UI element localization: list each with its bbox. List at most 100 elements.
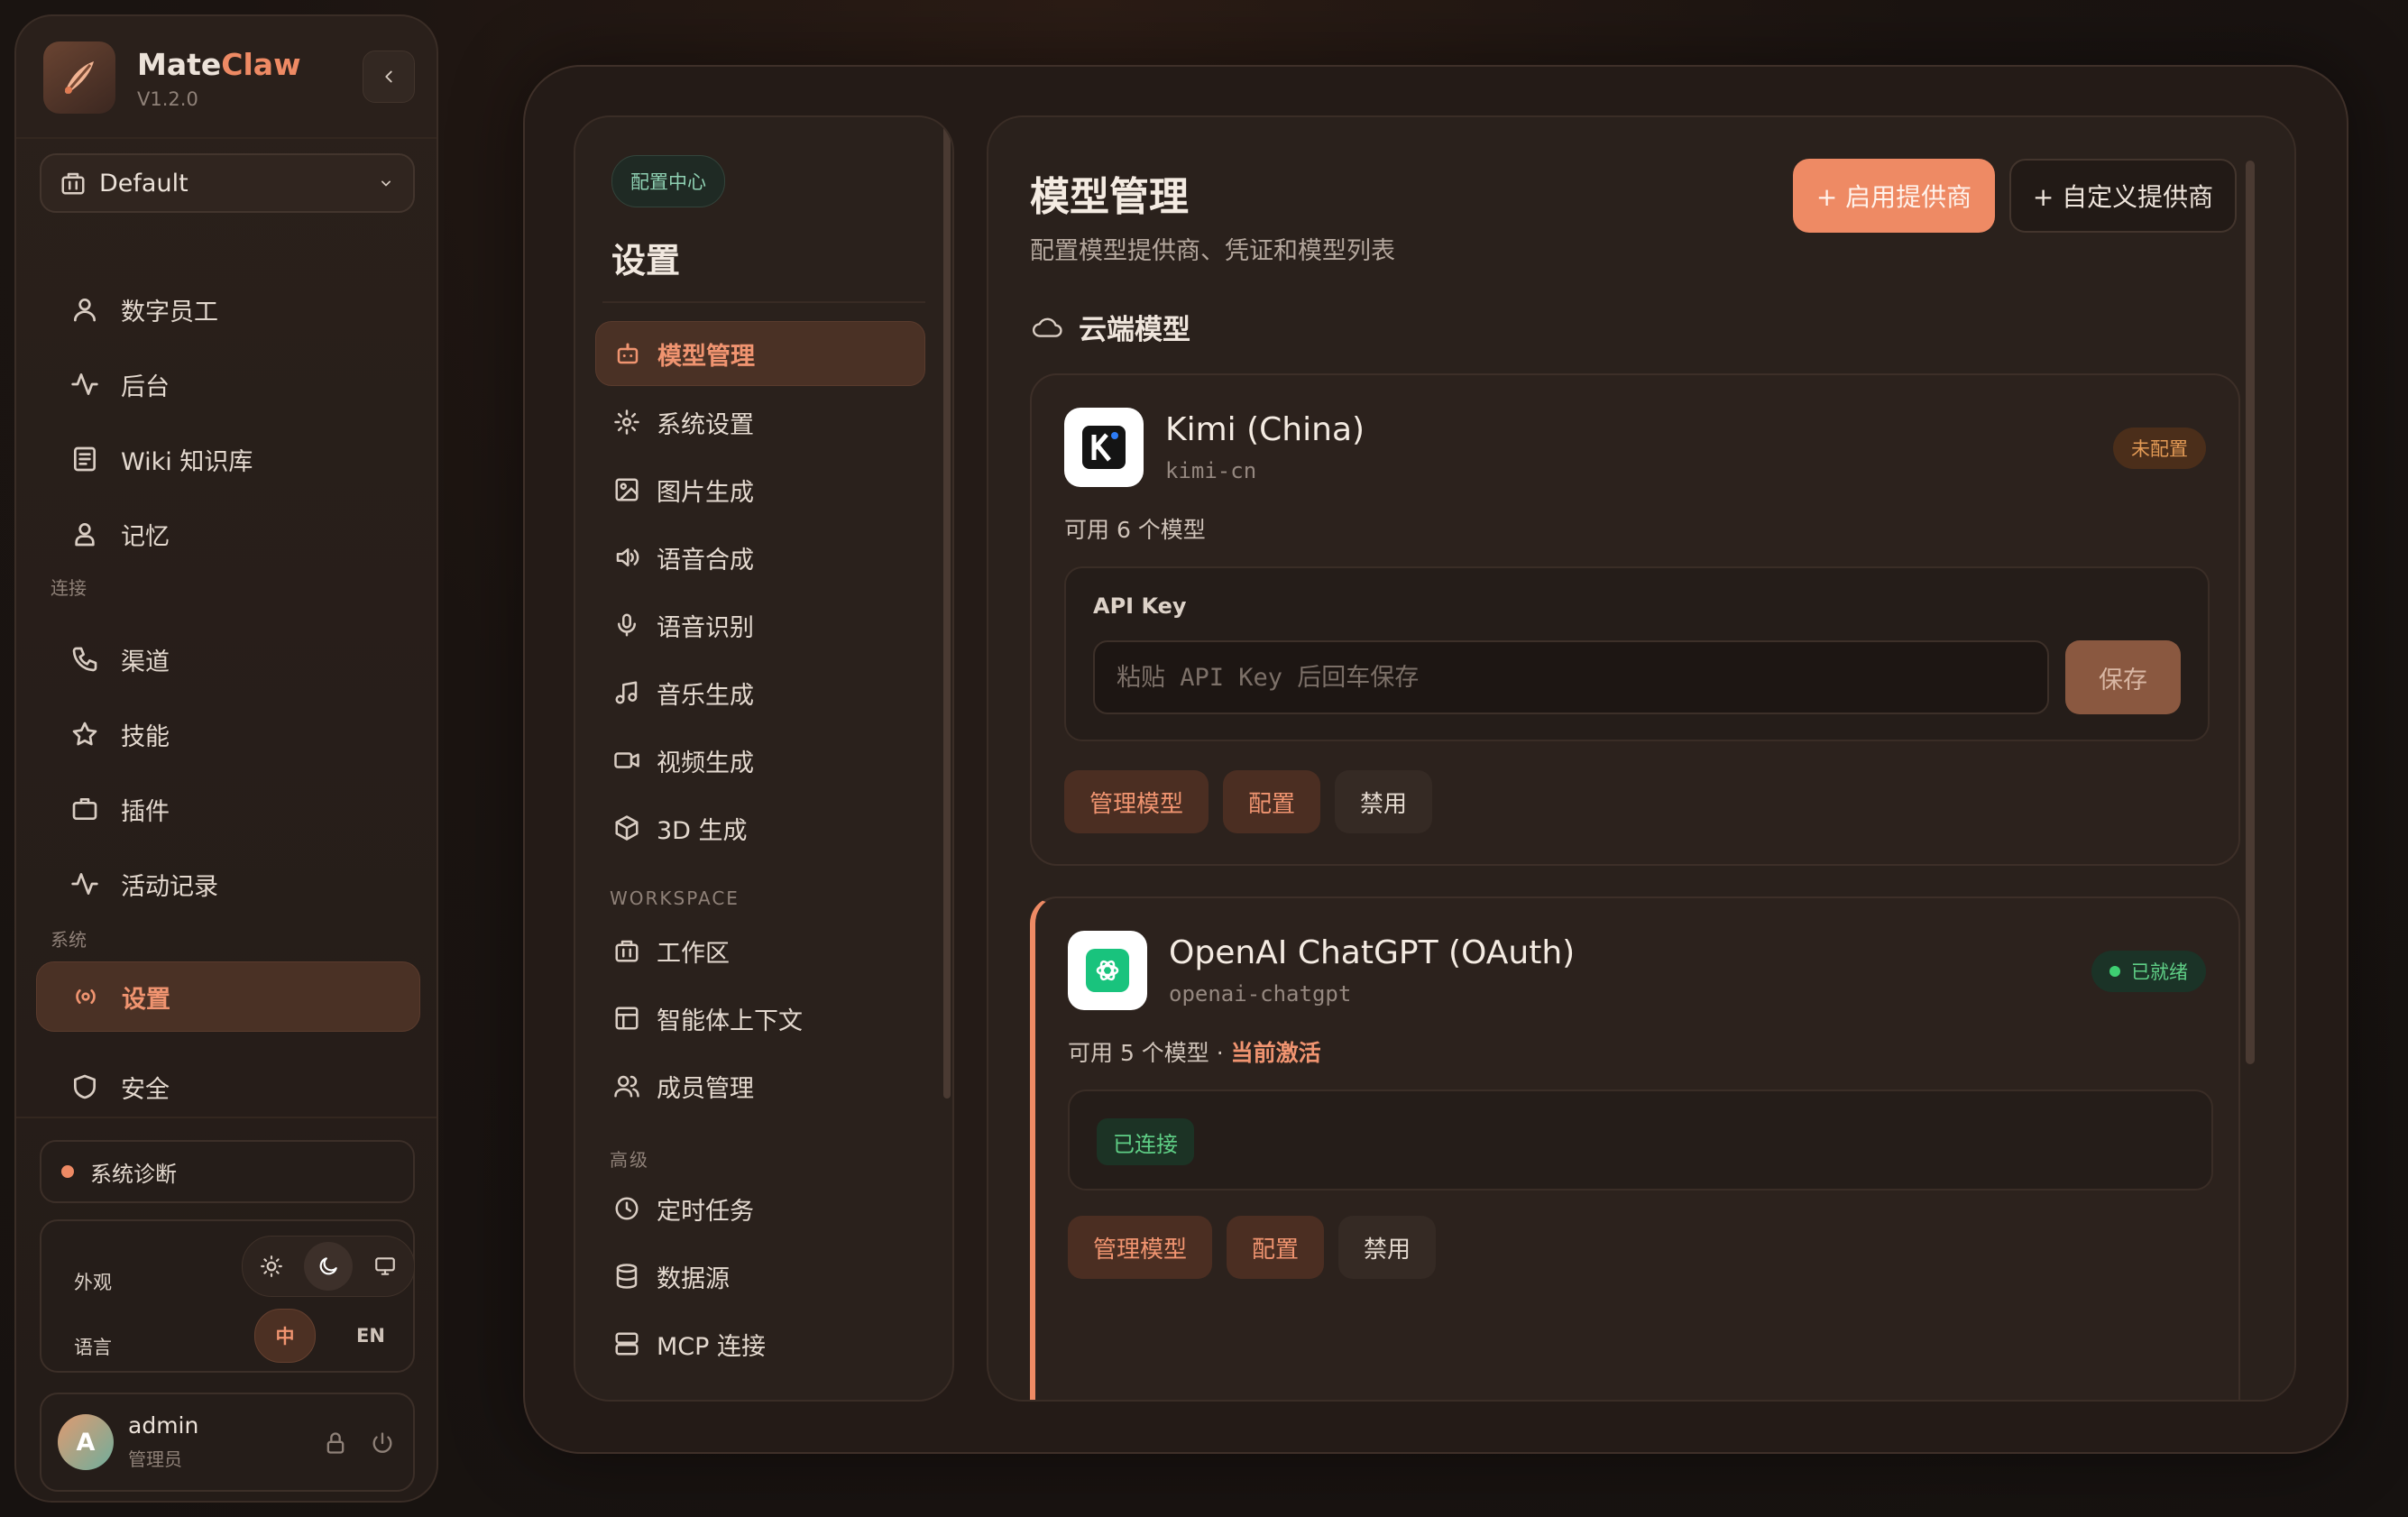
phone-icon [72,647,97,672]
content-panel: 模型管理 配置模型提供商、凭证和模型列表 + 启用提供商 + 自定义提供商 云端… [987,115,2296,1402]
system-diagnostics-button[interactable]: 系统诊断 [40,1140,415,1203]
sidebar-item-settings[interactable]: 设置 [36,961,420,1032]
connected-badge: 已连接 [1097,1118,1194,1165]
settings-item-image-generation[interactable]: 图片生成 [595,457,925,522]
provider-card-openai: OpenAI ChatGPT (OAuth) openai-chatgpt 已就… [1030,896,2240,1400]
status-badge: 已就绪 [2091,951,2206,992]
config-button[interactable]: 配置 [1223,770,1321,833]
settings-item-workspace[interactable]: 工作区 [595,918,925,983]
dark-theme-button[interactable] [303,1242,353,1291]
manage-models-button[interactable]: 管理模型 [1064,770,1209,833]
save-button[interactable]: 保存 [2065,640,2181,714]
star-icon [72,722,97,746]
theme-switcher [242,1236,415,1297]
person-icon [75,523,95,547]
preferences-panel: 外观 语言 中 EN [40,1219,415,1373]
sidebar-item-plugins[interactable]: 插件 [36,774,420,844]
settings-item-3d[interactable]: 3D 生成 [595,795,925,860]
settings-item-asr[interactable]: 语音识别 [595,593,925,657]
light-theme-button[interactable] [247,1242,296,1291]
workspace-select[interactable]: Default [40,153,415,213]
provider-id: kimi-cn [1165,458,1257,483]
logout-button[interactable] [363,1423,402,1463]
settings-item-datasource[interactable]: 数据源 [595,1244,925,1309]
sidebar-item-wiki[interactable]: Wiki 知识库 [36,424,420,494]
user-panel: A admin 管理员 [40,1393,415,1492]
lang-en-button[interactable]: EN [341,1310,400,1362]
activity-icon [71,873,98,895]
config-button[interactable]: 配置 [1227,1216,1325,1279]
sidebar-item-security[interactable]: 安全 [36,1052,420,1122]
custom-provider-button[interactable]: + 自定义提供商 [2009,159,2237,233]
available-models: 可用 5 个模型 · 当前激活 [1068,1040,1321,1066]
provider-id: openai-chatgpt [1169,981,1352,1007]
users-icon [614,1075,639,1098]
section-label-connect: 连接 [51,577,87,599]
sidebar-item-skills[interactable]: 技能 [36,699,420,769]
lock-icon [326,1432,345,1454]
language-label: 语言 [74,1337,112,1358]
settings-item-system[interactable]: 系统设置 [595,390,925,455]
server-icon [615,1332,639,1356]
sidebar-item-channels[interactable]: 渠道 [36,624,420,694]
settings-item-members[interactable]: 成员管理 [595,1053,925,1118]
disable-button[interactable]: 禁用 [1338,1216,1437,1279]
bot-icon [617,343,639,364]
building-icon [61,172,85,195]
api-key-input[interactable] [1093,640,2049,714]
config-center-pill: 配置中心 [611,155,725,207]
sidebar-item-memory[interactable]: 记忆 [36,499,420,569]
section-cloud-models: 云端模型 [1030,307,1190,347]
music-icon [615,681,638,704]
status-badge: 未配置 [2113,428,2206,469]
settings-item-scheduled-tasks[interactable]: 定时任务 [595,1176,925,1241]
user-icon [74,299,96,322]
scrollbar[interactable] [943,121,951,1099]
speaker-icon [616,548,639,566]
scrollbar[interactable] [2246,161,2255,1064]
app-version: V1.2.0 [137,88,198,110]
appearance-label: 外观 [74,1272,112,1293]
api-key-label: API Key [1093,593,1187,619]
system-theme-button[interactable] [361,1242,409,1291]
radio-icon [76,989,96,1004]
section-label-workspace: WORKSPACE [610,887,740,909]
document-icon [74,446,96,472]
manage-models-button[interactable]: 管理模型 [1068,1216,1213,1279]
image-icon [615,478,639,501]
sidebar-item-backend[interactable]: 后台 [36,349,420,419]
divider [16,137,437,139]
moon-icon [319,1257,337,1275]
settings-item-music[interactable]: 音乐生成 [595,660,925,725]
monitor-icon [375,1257,396,1275]
settings-item-tts[interactable]: 语音合成 [595,525,925,590]
status-dot [61,1165,74,1178]
sidebar-item-activity-log[interactable]: 活动记录 [36,849,420,919]
workspace-label: Default [99,169,188,198]
page-title: 模型管理 [1030,174,1189,220]
settings-item-video[interactable]: 视频生成 [595,728,925,793]
settings-item-model-management[interactable]: 模型管理 [595,321,925,386]
collapse-sidebar-button[interactable] [363,51,415,103]
lang-zh-button[interactable]: 中 [254,1309,316,1363]
divider [16,1117,437,1118]
enable-provider-button[interactable]: + 启用提供商 [1793,159,1995,233]
chevron-down-icon [381,180,391,187]
settings-item-mcp[interactable]: MCP 连接 [595,1311,925,1376]
disable-button[interactable]: 禁用 [1335,770,1433,833]
shield-icon [74,1074,96,1099]
settings-item-agent-context[interactable]: 智能体上下文 [595,986,925,1051]
settings-title: 设置 [611,241,681,280]
page-subtitle: 配置模型提供商、凭证和模型列表 [1030,237,1395,265]
power-icon [372,1432,392,1453]
section-label-advanced: 高级 [610,1149,649,1171]
clock-icon [615,1197,639,1220]
briefcase-icon [72,798,97,820]
avatar: A [58,1414,114,1470]
lock-button[interactable] [316,1423,355,1463]
api-key-section: API Key 保存 [1064,566,2210,741]
gear-icon [614,409,639,435]
building-icon [615,940,639,962]
app-name: MateClaw [137,47,301,82]
sidebar-item-digital-staff[interactable]: 数字员工 [36,274,420,345]
